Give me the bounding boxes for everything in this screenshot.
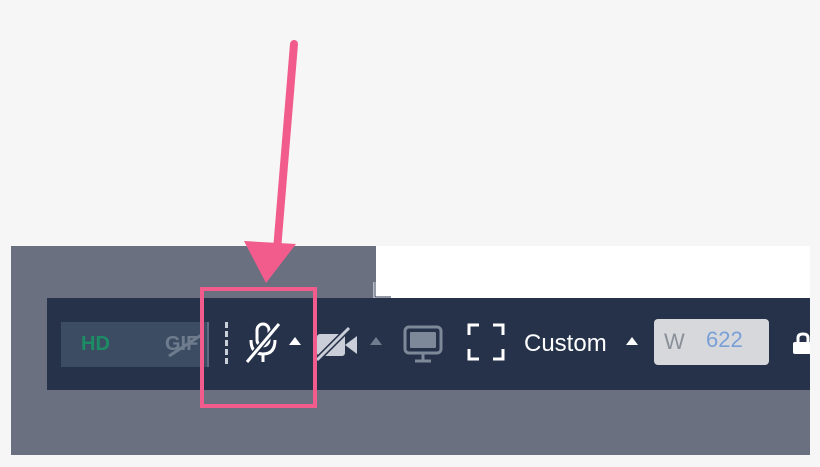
width-input[interactable]: W 622 [654,319,769,365]
monitor-icon[interactable] [401,324,445,364]
format-toggle-group: HD GIF [61,322,209,367]
width-prefix-label: W [664,329,685,354]
annotation-highlight-box [200,287,317,408]
size-preset-label[interactable]: Custom [524,328,607,360]
recording-toolbar: HD GIF Custom W 622 [47,298,810,390]
lock-icon[interactable] [790,332,810,356]
selection-frame-icon[interactable] [467,323,505,361]
size-preset-caret-icon[interactable] [625,336,639,346]
hd-toggle[interactable]: HD [81,322,141,367]
crop-corner-icon[interactable] [372,280,392,300]
camera-options-caret-icon[interactable] [369,336,383,346]
capture-area [376,246,810,298]
camera-off-icon[interactable] [315,326,359,362]
width-value[interactable]: 622 [706,327,743,353]
